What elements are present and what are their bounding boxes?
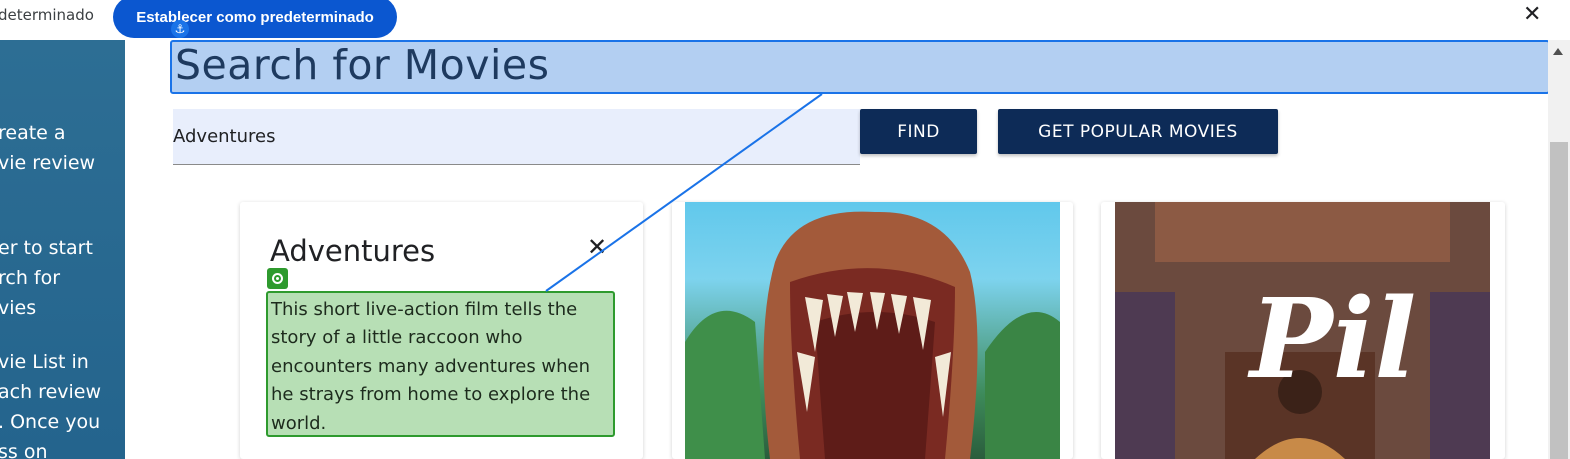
movie-card-title: Adventures xyxy=(270,234,436,268)
card-close-icon[interactable]: ✕ xyxy=(587,233,607,261)
movie-description-highlight: This short live-action film tells the st… xyxy=(266,291,615,437)
target-icon xyxy=(267,268,288,289)
get-popular-movies-button[interactable]: GET POPULAR MOVIES xyxy=(998,109,1278,154)
dinosaur-illustration xyxy=(685,211,1060,459)
pil-poster[interactable]: Pil xyxy=(1115,202,1490,459)
sidebar: reate a vie review er to start rch for v… xyxy=(0,40,125,459)
movie-card[interactable] xyxy=(672,202,1073,459)
search-input[interactable] xyxy=(173,109,860,164)
sidebar-text: er to start xyxy=(0,237,93,259)
infobar-message: determinado xyxy=(0,6,94,24)
scroll-up-icon[interactable] xyxy=(1553,48,1563,55)
infobar-close-icon[interactable]: ✕ xyxy=(1523,2,1541,27)
sidebar-text: rch for xyxy=(0,267,61,289)
sidebar-text: vie List in xyxy=(0,351,89,373)
page-title-highlight: Search for Movies xyxy=(170,40,1550,94)
movie-card[interactable]: Pil xyxy=(1101,202,1505,459)
search-field[interactable] xyxy=(173,109,860,165)
sidebar-text: vie review xyxy=(0,152,96,174)
find-button[interactable]: FIND xyxy=(860,109,977,154)
sidebar-text: ss on xyxy=(0,441,48,459)
sidebar-text: ach review xyxy=(0,381,102,403)
sidebar-text: vies xyxy=(0,297,37,319)
anchor-icon: ⚓ xyxy=(171,20,189,38)
movie-description: This short live-action film tells the st… xyxy=(271,299,591,434)
scrollbar-thumb[interactable] xyxy=(1550,142,1568,459)
page-title: Search for Movies xyxy=(175,41,550,89)
infobar: determinado Establecer como predetermina… xyxy=(0,0,1570,40)
sidebar-text: reate a xyxy=(0,122,66,144)
sidebar-text: . Once you xyxy=(0,411,101,433)
scrollbar[interactable] xyxy=(1548,40,1570,459)
dinosaur-poster[interactable] xyxy=(685,202,1060,459)
pil-illustration: Pil xyxy=(1115,202,1490,459)
pil-logo: Pil xyxy=(1247,274,1416,403)
set-default-button[interactable]: Establecer como predeterminado xyxy=(113,0,397,38)
